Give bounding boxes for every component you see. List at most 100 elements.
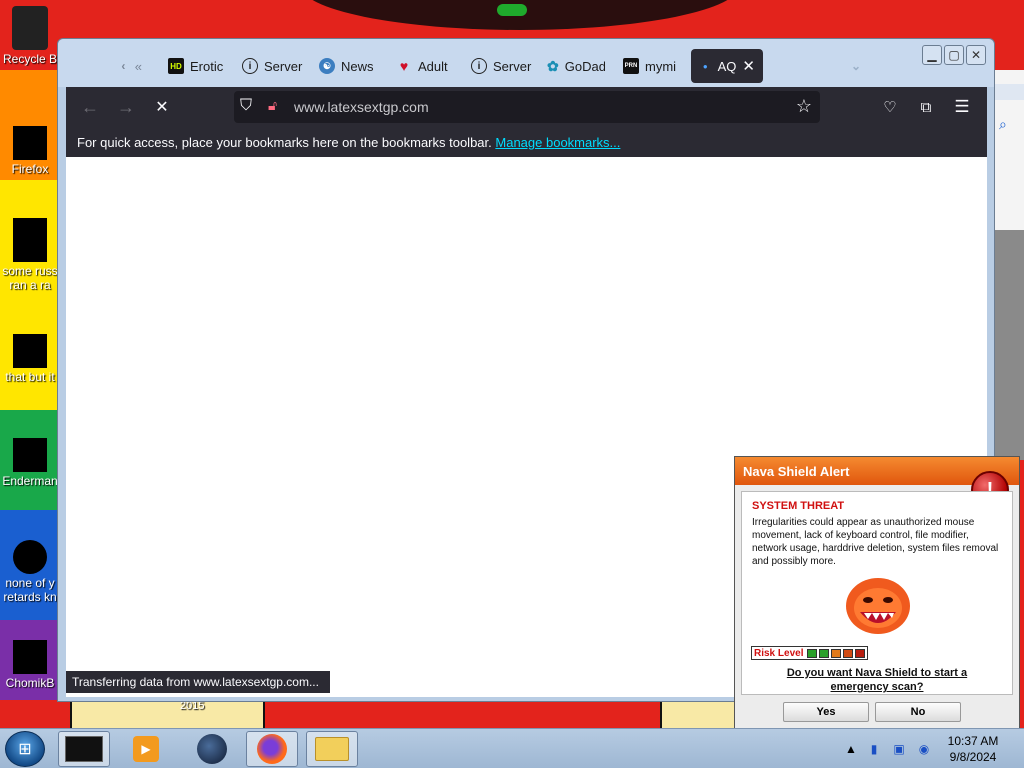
stop-loading-button[interactable]: ✕ [150, 95, 174, 119]
insecure-lock-icon[interactable]: 🔓︎ [268, 97, 277, 114]
tab-label: AQ [717, 58, 737, 74]
tab-scroll-left[interactable]: ‹ « [118, 49, 142, 83]
desktop-icon-label: retards kn [3, 590, 57, 604]
desktop-icon-label: Firefox [11, 162, 49, 176]
background-window: ⌕ [994, 70, 1024, 460]
tab-scroll-right[interactable]: ⌄ [848, 49, 868, 83]
taskbar-terminal[interactable] [58, 731, 110, 767]
minimize-button[interactable]: ▁ [922, 45, 942, 65]
wallpaper-shape: 2015 [70, 700, 265, 730]
tab-godaddy[interactable]: ✿ GoDad [547, 49, 605, 83]
hd-icon: HD [168, 58, 184, 74]
taskbar-media-player[interactable]: ▶ [120, 731, 172, 767]
tab-server[interactable]: i Server [242, 49, 304, 83]
terminal-icon [13, 438, 47, 472]
risk-cell [843, 648, 854, 658]
desktop-icon-label: ChomikB [5, 676, 55, 690]
news-icon: ☯ [319, 58, 335, 74]
risk-cell [831, 648, 842, 658]
tray-expand-icon[interactable]: ▲ [843, 741, 859, 757]
terminal-icon [65, 736, 103, 762]
back-button[interactable]: ← [78, 95, 102, 119]
tab-label: Erotic [190, 58, 224, 74]
desktop-icon-label: that but it [5, 370, 55, 384]
tab-label: Server [264, 58, 303, 74]
risk-cell [807, 648, 818, 658]
risk-level-meter: Risk Level [751, 646, 869, 660]
tab-erotic[interactable]: HD Erotic [168, 49, 230, 83]
desktop-icon-label: Recycle B [2, 52, 58, 66]
close-tab-icon[interactable]: ✕ [742, 57, 755, 75]
window-controls: ▁ ▢ ✕ [922, 45, 986, 65]
desktop-icon-recycle-bin[interactable]: Recycle B [0, 6, 60, 66]
nava-shield-alert: Nava Shield Alert ! SYSTEM THREAT Irregu… [734, 456, 1020, 734]
desktop-icon-enderman[interactable]: Enderman [0, 438, 60, 488]
bookmarks-hint: For quick access, place your bookmarks h… [77, 135, 492, 150]
desktop-icon-label: some russ [2, 264, 58, 278]
extensions-icon[interactable]: ⧉ [914, 95, 938, 119]
firefox-icon [13, 126, 47, 160]
tab-label: Adult [418, 58, 448, 74]
taskbar: ⊞ ▶ ▲ ▮ ▣ ◉ 10:37 AM 9/8/2024 [0, 728, 1024, 768]
tab-news[interactable]: ☯ News [319, 49, 377, 83]
bear-icon [13, 640, 47, 674]
desktop-icon-firefox[interactable]: Firefox [0, 126, 60, 176]
wallpaper-shape [660, 700, 740, 730]
tab-server-2[interactable]: i Server [471, 49, 533, 83]
menu-icon[interactable]: ☰ [950, 95, 974, 119]
taskbar-explorer[interactable] [306, 731, 358, 767]
desktop-icon-file[interactable]: some russ ran a ra [0, 218, 60, 292]
document-icon [13, 218, 47, 262]
alert-body: SYSTEM THREAT Irregularities could appea… [741, 491, 1013, 695]
godaddy-icon: ✿ [547, 57, 559, 74]
network-icon[interactable]: ▣ [891, 741, 907, 757]
shield-icon[interactable]: ⛉ [240, 97, 252, 115]
document-icon [13, 334, 47, 368]
tab-label: GoDad [564, 58, 605, 74]
url-text[interactable]: www.latexsextgp.com [294, 99, 429, 115]
start-button[interactable]: ⊞ [5, 731, 45, 767]
risk-level-label: Risk Level [754, 647, 804, 659]
forward-button[interactable]: → [114, 95, 138, 119]
tab-mymi[interactable]: PRN mymi [623, 49, 681, 83]
clock-time: 10:37 AM [947, 734, 999, 748]
yes-button[interactable]: Yes [783, 702, 869, 722]
tab-label: mymi [645, 58, 677, 74]
tab-label: « [134, 58, 142, 74]
porn-icon: PRN [623, 58, 639, 74]
system-clock[interactable]: 10:37 AM 9/8/2024 [940, 733, 1006, 765]
loading-dot-icon: ● [702, 61, 708, 71]
manage-bookmarks-link[interactable]: Manage bookmarks... [495, 135, 620, 150]
volume-icon[interactable]: ◉ [916, 741, 932, 757]
recycle-bin-icon [12, 6, 48, 50]
desktop-icon-chomik[interactable]: ChomikB [0, 640, 60, 690]
tab-adult[interactable]: ♥ Adult [396, 49, 454, 83]
taskbar-globe[interactable] [186, 731, 238, 767]
desktop-icon-file[interactable]: none of y retards kn [0, 540, 60, 604]
bookmark-star-icon[interactable]: ☆ [796, 96, 812, 117]
pocket-icon[interactable]: ♡ [878, 95, 902, 119]
tray-app-icon[interactable]: ▮ [866, 741, 882, 757]
firefox-icon [257, 734, 287, 764]
info-icon: i [471, 58, 487, 74]
tab-active[interactable]: ● AQ ✕ [691, 49, 763, 83]
background-window-panel [995, 230, 1024, 460]
threat-description: Irregularities could appear as unauthori… [752, 517, 999, 567]
risk-cell [819, 648, 830, 658]
maximize-button[interactable]: ▢ [944, 45, 964, 65]
wallpaper-shape [497, 4, 527, 16]
desktop-icon-file[interactable]: that but it [0, 334, 60, 384]
info-icon: i [242, 58, 258, 74]
risk-cell [855, 648, 866, 658]
taskbar-firefox[interactable] [246, 731, 298, 767]
close-window-button[interactable]: ✕ [966, 45, 986, 65]
no-button[interactable]: No [875, 702, 961, 722]
url-bar[interactable]: ⛉ 🔓︎ www.latexsextgp.com ☆ [234, 91, 820, 123]
clock-date: 9/8/2024 [949, 750, 997, 764]
media-player-icon: ▶ [133, 736, 159, 762]
video-icon [13, 540, 47, 574]
chevron-down-icon: ⌄ [850, 59, 862, 73]
desktop-icon-label: Enderman [2, 474, 58, 488]
desktop-icon-label: ran a ra [9, 278, 51, 292]
status-bar: Transferring data from www.latexsextgp.c… [66, 671, 330, 693]
